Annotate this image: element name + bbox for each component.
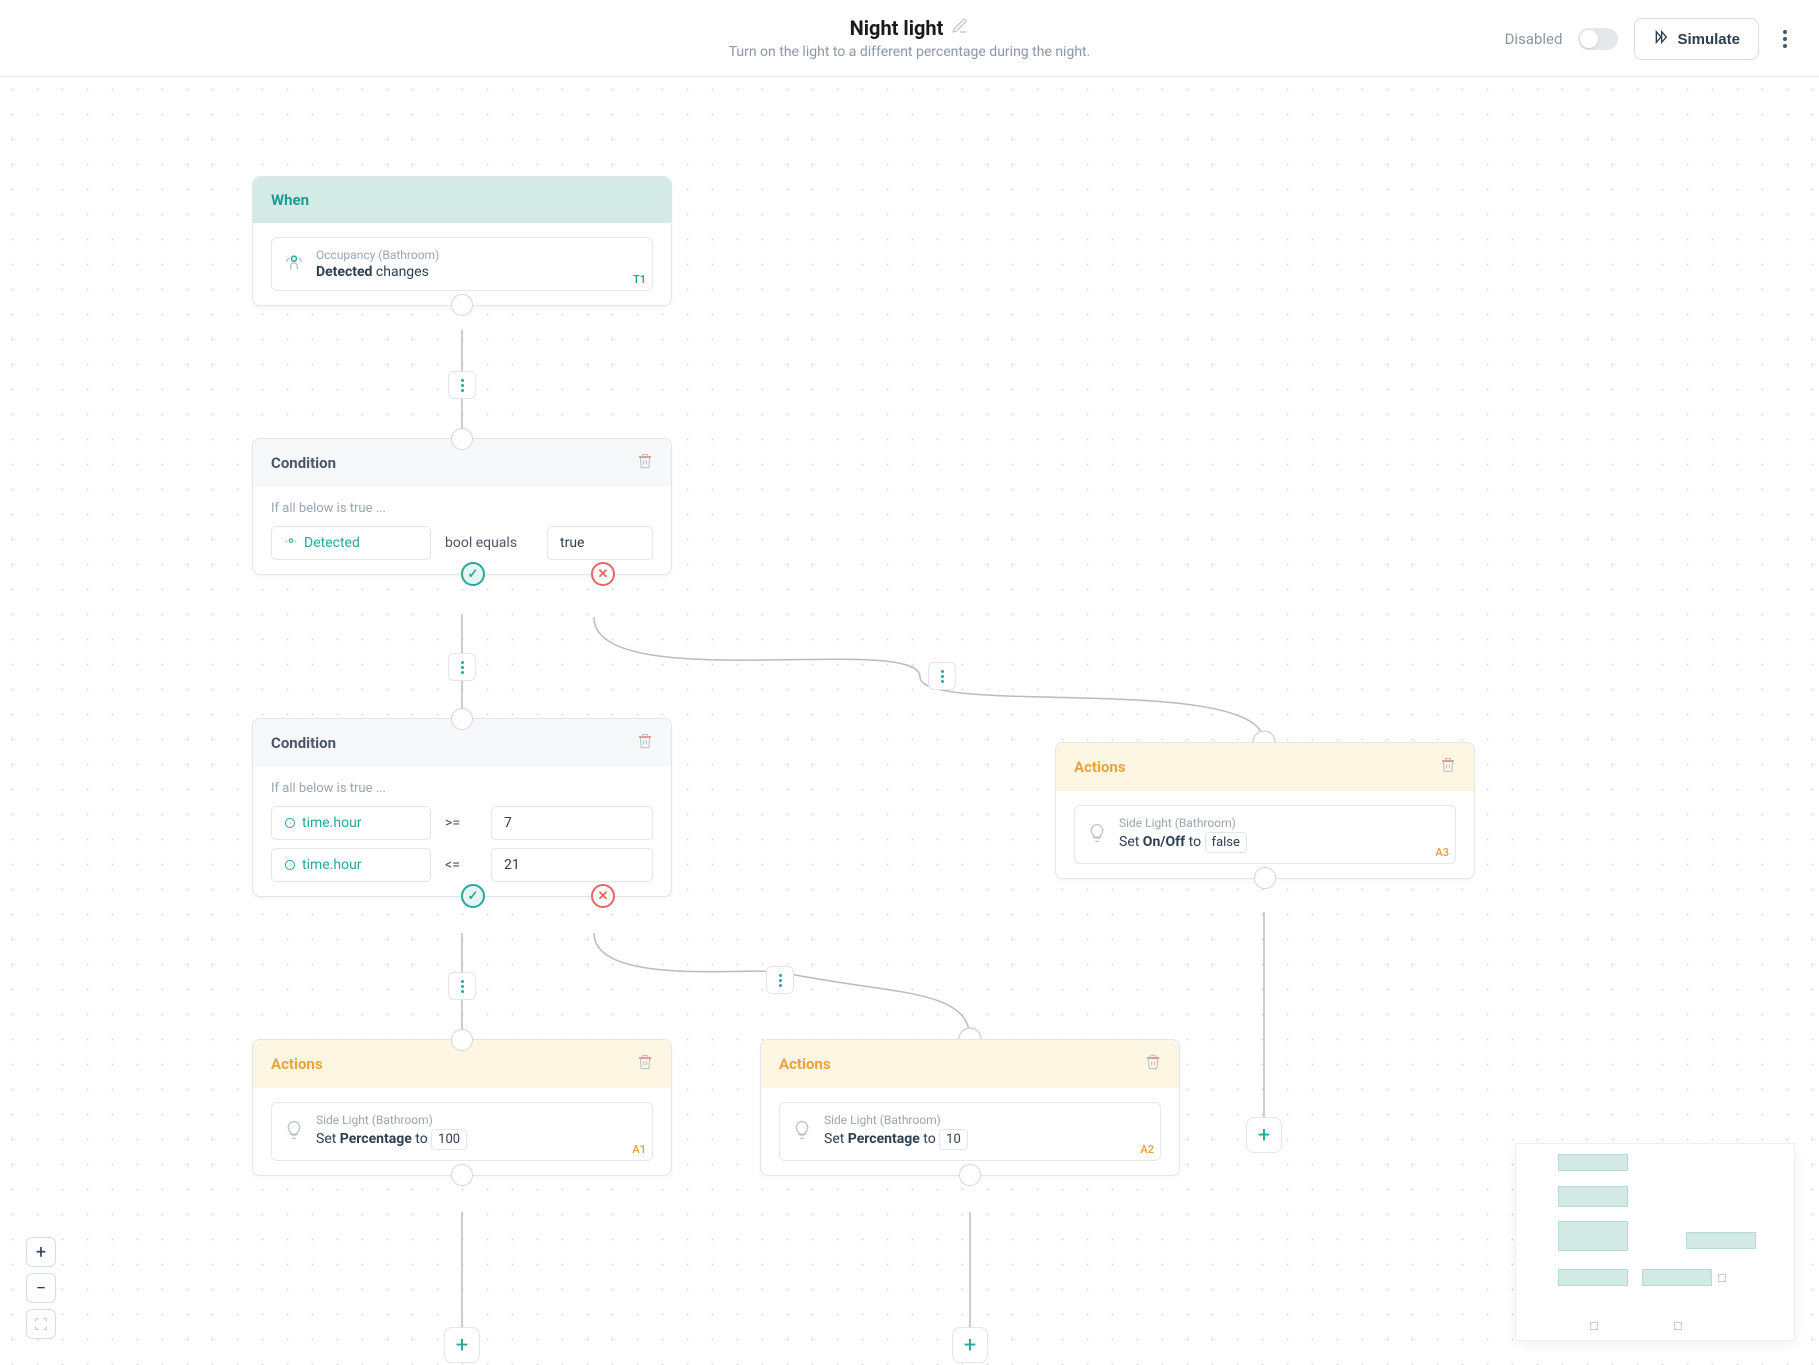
condition-variable-chip[interactable]: Detected bbox=[271, 526, 431, 560]
header: Night light Turn on the light to a diffe… bbox=[0, 0, 1819, 77]
minimap[interactable] bbox=[1515, 1143, 1795, 1341]
action-device: Side Light (Bathroom) bbox=[316, 1113, 640, 1127]
action-card[interactable]: Side Light (Bathroom) Set Percentage to … bbox=[779, 1102, 1161, 1161]
edge-menu-icon[interactable] bbox=[448, 653, 476, 681]
check-icon[interactable]: ✓ bbox=[461, 562, 485, 586]
page-title: Night light bbox=[850, 16, 944, 40]
trash-icon[interactable] bbox=[637, 453, 653, 473]
when-node[interactable]: When Occupancy (Bathroom) Detected chang… bbox=[252, 176, 672, 306]
edge-menu-icon[interactable] bbox=[928, 662, 956, 690]
play-icon bbox=[1653, 29, 1669, 49]
condition-title: Condition bbox=[271, 454, 336, 472]
node-in-port[interactable] bbox=[451, 1029, 473, 1051]
when-title: When bbox=[271, 191, 309, 209]
bulb-icon bbox=[792, 1120, 812, 1144]
edge-menu-icon[interactable] bbox=[448, 371, 476, 399]
condition-operator: >= bbox=[445, 815, 477, 831]
bulb-icon bbox=[284, 1120, 304, 1144]
node-in-port[interactable] bbox=[451, 428, 473, 450]
flow-canvas[interactable]: When Occupancy (Bathroom) Detected chang… bbox=[0, 77, 1819, 1365]
bulb-icon bbox=[1087, 823, 1107, 847]
trash-icon[interactable] bbox=[1145, 1054, 1161, 1074]
actions-title: Actions bbox=[1074, 758, 1126, 776]
actions-title: Actions bbox=[779, 1055, 831, 1073]
node-in-port[interactable] bbox=[451, 708, 473, 730]
condition-operator: bool equals bbox=[445, 535, 533, 551]
actions-node[interactable]: Actions Side Light (Bathroom) Set Percen… bbox=[760, 1039, 1180, 1176]
condition-hint: If all below is true ... bbox=[271, 501, 653, 516]
action-device: Side Light (Bathroom) bbox=[1119, 816, 1443, 830]
disabled-label: Disabled bbox=[1505, 30, 1563, 48]
condition-node[interactable]: Condition If all below is true ... Detec… bbox=[252, 438, 672, 575]
check-icon[interactable]: ✓ bbox=[461, 884, 485, 908]
actions-node[interactable]: Actions Side Light (Bathroom) Set Percen… bbox=[252, 1039, 672, 1176]
zoom-in-button[interactable]: + bbox=[26, 1237, 56, 1267]
node-out-port[interactable] bbox=[451, 1164, 473, 1186]
actions-title: Actions bbox=[271, 1055, 323, 1073]
action-value-input[interactable]: 10 bbox=[939, 1129, 968, 1150]
action-badge: A2 bbox=[1140, 1143, 1154, 1156]
action-device: Side Light (Bathroom) bbox=[824, 1113, 1148, 1127]
trash-icon[interactable] bbox=[1440, 757, 1456, 777]
zoom-out-button[interactable]: − bbox=[26, 1273, 56, 1303]
pencil-icon[interactable] bbox=[951, 17, 969, 39]
actions-node[interactable]: Actions Side Light (Bathroom) Set On/Off… bbox=[1055, 742, 1475, 879]
condition-value-input[interactable]: 21 bbox=[491, 848, 653, 882]
edge-menu-icon[interactable] bbox=[766, 966, 794, 994]
action-card[interactable]: Side Light (Bathroom) Set Percentage to … bbox=[271, 1102, 653, 1161]
condition-title: Condition bbox=[271, 734, 336, 752]
fullscreen-button[interactable] bbox=[26, 1309, 56, 1339]
trigger-card[interactable]: Occupancy (Bathroom) Detected changes T1 bbox=[271, 237, 653, 291]
zoom-controls: + − bbox=[26, 1237, 56, 1339]
action-card[interactable]: Side Light (Bathroom) Set On/Off to fals… bbox=[1074, 805, 1456, 864]
enabled-toggle[interactable] bbox=[1578, 28, 1618, 50]
overflow-menu-icon[interactable] bbox=[1775, 23, 1795, 55]
node-out-port[interactable] bbox=[959, 1164, 981, 1186]
node-out-port[interactable] bbox=[1254, 867, 1276, 889]
condition-operator: <= bbox=[445, 857, 477, 873]
action-value-input[interactable]: 100 bbox=[431, 1129, 467, 1150]
node-out-port[interactable] bbox=[451, 294, 473, 316]
condition-hint: If all below is true ... bbox=[271, 781, 653, 796]
close-icon[interactable]: ✕ bbox=[591, 884, 615, 908]
add-node-button[interactable]: + bbox=[952, 1327, 988, 1363]
trash-icon[interactable] bbox=[637, 1054, 653, 1074]
action-value-input[interactable]: false bbox=[1205, 832, 1247, 853]
add-node-button[interactable]: + bbox=[1246, 1117, 1282, 1153]
action-badge: A1 bbox=[632, 1143, 646, 1156]
condition-value-input[interactable]: 7 bbox=[491, 806, 653, 840]
close-icon[interactable]: ✕ bbox=[591, 562, 615, 586]
action-badge: A3 bbox=[1435, 846, 1449, 859]
simulate-button[interactable]: Simulate bbox=[1634, 18, 1759, 60]
occupancy-icon bbox=[284, 252, 304, 276]
condition-variable-chip[interactable]: time.hour bbox=[271, 806, 431, 840]
trigger-badge: T1 bbox=[633, 273, 646, 286]
add-node-button[interactable]: + bbox=[444, 1327, 480, 1363]
condition-value-input[interactable]: true bbox=[547, 526, 653, 560]
page-subtitle: Turn on the light to a different percent… bbox=[729, 44, 1091, 60]
condition-variable-chip[interactable]: time.hour bbox=[271, 848, 431, 882]
trigger-device: Occupancy (Bathroom) bbox=[316, 248, 640, 262]
edge-menu-icon[interactable] bbox=[448, 972, 476, 1000]
trash-icon[interactable] bbox=[637, 733, 653, 753]
condition-node[interactable]: Condition If all below is true ... time.… bbox=[252, 718, 672, 897]
